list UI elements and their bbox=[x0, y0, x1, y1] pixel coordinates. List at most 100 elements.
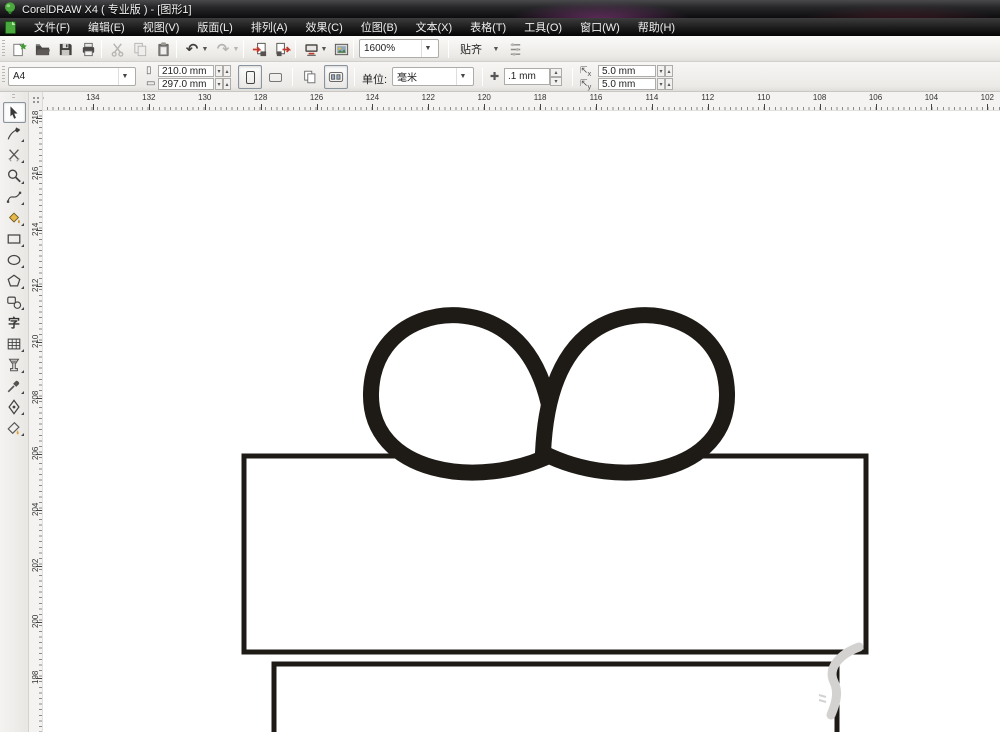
application-launcher-arrow[interactable]: ▼ bbox=[320, 46, 328, 54]
menu-item-3[interactable]: 版面(L) bbox=[188, 17, 241, 37]
paper-size-select[interactable]: A4 ▼ bbox=[8, 67, 136, 86]
undo-dropdown-arrow[interactable]: ▼ bbox=[201, 46, 209, 54]
rectangle-tool[interactable] bbox=[3, 228, 26, 249]
pick-tool-icon bbox=[10, 105, 18, 119]
menu-item-7[interactable]: 文本(X) bbox=[406, 17, 461, 37]
zoom-level-combo[interactable]: 1600% ▼ bbox=[359, 39, 439, 58]
new-document-button[interactable] bbox=[8, 38, 30, 60]
duplicate-y-spinner[interactable]: ▾ ▴ bbox=[657, 78, 673, 90]
snap-button[interactable]: 贴齐 bbox=[454, 38, 488, 60]
paper-width-field[interactable]: 210.0 mm bbox=[158, 65, 214, 77]
snap-dropdown-arrow[interactable]: ▼ bbox=[492, 46, 500, 54]
nudge-offset-field[interactable]: .1 mm bbox=[504, 68, 550, 85]
menu-item-9[interactable]: 工具(O) bbox=[515, 17, 571, 37]
table-tool[interactable] bbox=[3, 333, 26, 354]
flyout-arrow-icon bbox=[20, 433, 24, 436]
zoom-tool[interactable] bbox=[3, 165, 26, 186]
paper-width-spinner[interactable]: ▾ ▴ bbox=[215, 65, 231, 77]
portrait-orientation-button[interactable] bbox=[238, 65, 262, 89]
chevron-down-icon: ▼ bbox=[118, 68, 131, 85]
propbar-drag-handle[interactable] bbox=[2, 66, 5, 84]
outline-pen-tool[interactable] bbox=[3, 396, 26, 417]
toolbar-separator bbox=[295, 40, 296, 58]
menu-item-4[interactable]: 排列(A) bbox=[242, 17, 297, 37]
ellipse-tool[interactable] bbox=[3, 249, 26, 270]
menu-item-11[interactable]: 帮助(H) bbox=[629, 17, 684, 37]
duplicate-x-icon: ⇱x bbox=[580, 65, 592, 78]
all-pages-layout-button[interactable] bbox=[298, 65, 322, 89]
menu-item-8[interactable]: 表格(T) bbox=[461, 17, 515, 37]
title-bar[interactable]: CorelDRAW X4 ( 专业版 ) - [图形1] bbox=[0, 0, 1000, 18]
eyedropper-tool[interactable] bbox=[3, 375, 26, 396]
text-tool[interactable]: 字 bbox=[3, 312, 26, 333]
shape-tool[interactable] bbox=[3, 123, 26, 144]
units-select[interactable]: 毫米 ▼ bbox=[392, 67, 474, 86]
toolbar-separator bbox=[101, 40, 102, 58]
flyout-arrow-icon bbox=[20, 307, 24, 310]
polygon-tool[interactable] bbox=[3, 270, 26, 291]
document-menu-icon[interactable] bbox=[4, 20, 17, 34]
toolbar-separator bbox=[243, 40, 244, 58]
drawing-canvas[interactable] bbox=[42, 110, 1000, 732]
facing-pages-icon bbox=[328, 72, 344, 82]
coreldraw-balloon-icon bbox=[5, 2, 15, 14]
save-button[interactable] bbox=[54, 38, 76, 60]
crop-tool[interactable] bbox=[3, 144, 26, 165]
interactive-blend-tool[interactable] bbox=[3, 354, 26, 375]
portrait-icon bbox=[245, 70, 255, 84]
hruler-label: 102 bbox=[980, 93, 994, 102]
undo-button[interactable]: ↶ bbox=[181, 38, 203, 60]
paper-height-field[interactable]: 297.0 mm bbox=[158, 78, 214, 90]
gift-box-rectangle[interactable] bbox=[271, 661, 840, 732]
toolbox-drag-handle[interactable] bbox=[12, 94, 15, 100]
ruler-origin-corner[interactable] bbox=[30, 92, 43, 110]
freehand-tool[interactable] bbox=[3, 186, 26, 207]
duplicate-x-spinner[interactable]: ▾ ▴ bbox=[657, 65, 673, 77]
hruler-label: 106 bbox=[868, 93, 883, 102]
welcome-screen-button[interactable] bbox=[330, 38, 352, 60]
smart-fill-tool[interactable] bbox=[3, 207, 26, 228]
fill-tool[interactable] bbox=[3, 417, 26, 438]
gift-lid-rectangle[interactable] bbox=[241, 453, 869, 655]
open-button[interactable] bbox=[31, 38, 53, 60]
menu-item-2[interactable]: 视图(V) bbox=[134, 17, 189, 37]
menu-item-5[interactable]: 效果(C) bbox=[297, 17, 352, 37]
current-page-layout-button[interactable] bbox=[324, 65, 348, 89]
menu-item-0[interactable]: 文件(F) bbox=[25, 17, 79, 37]
undo-icon: ↶ bbox=[185, 40, 199, 58]
cut-button[interactable] bbox=[106, 38, 128, 60]
print-button[interactable] bbox=[77, 38, 99, 60]
duplicate-x-field[interactable]: 5.0 mm bbox=[598, 65, 656, 77]
flyout-arrow-icon bbox=[20, 202, 24, 205]
pick-tool[interactable] bbox=[2, 102, 26, 123]
import-button[interactable] bbox=[248, 38, 270, 60]
ribbon-tail-sketch[interactable] bbox=[826, 642, 864, 720]
bow-left-loop[interactable] bbox=[362, 307, 563, 481]
chevron-down-icon: ▼ bbox=[456, 68, 469, 85]
duplicate-y-field[interactable]: 5.0 mm bbox=[598, 78, 656, 90]
paper-height-spinner[interactable]: ▾ ▴ bbox=[215, 78, 231, 90]
nudge-spinner[interactable]: ▴ ▾ bbox=[550, 68, 562, 86]
snap-settings-button[interactable] bbox=[504, 38, 526, 60]
redo-button[interactable]: ↷ bbox=[212, 38, 234, 60]
menu-bar: 文件(F) 编辑(E) 视图(V) 版面(L) 排列(A) 效果(C) 位图(B) 文本(X)… bbox=[0, 18, 1000, 36]
menu-item-1[interactable]: 编辑(E) bbox=[79, 17, 134, 37]
basic-shapes-tool[interactable] bbox=[3, 291, 26, 312]
nudge-offset-icon: ✚ bbox=[490, 71, 500, 83]
export-button[interactable] bbox=[271, 38, 293, 60]
redo-dropdown-arrow[interactable]: ▼ bbox=[232, 46, 240, 54]
toolbar-drag-handle[interactable] bbox=[2, 40, 5, 58]
paste-button[interactable] bbox=[152, 38, 174, 60]
snap-label: 贴齐 bbox=[460, 44, 482, 56]
menu-item-10[interactable]: 窗口(W) bbox=[571, 17, 629, 37]
bow-right-loop[interactable] bbox=[535, 307, 736, 481]
application-launcher-button[interactable] bbox=[300, 38, 322, 60]
landscape-icon bbox=[268, 72, 282, 82]
hruler-label: 126 bbox=[309, 93, 324, 102]
landscape-orientation-button[interactable] bbox=[263, 65, 287, 89]
coreldraw-window: CorelDRAW X4 ( 专业版 ) - [图形1] 文件(F) 编辑(E) 视… bbox=[0, 0, 1000, 732]
redo-icon: ↷ bbox=[216, 40, 230, 58]
copy-button[interactable] bbox=[129, 38, 151, 60]
stacked-pages-icon bbox=[304, 70, 316, 84]
menu-item-6[interactable]: 位图(B) bbox=[352, 17, 407, 37]
